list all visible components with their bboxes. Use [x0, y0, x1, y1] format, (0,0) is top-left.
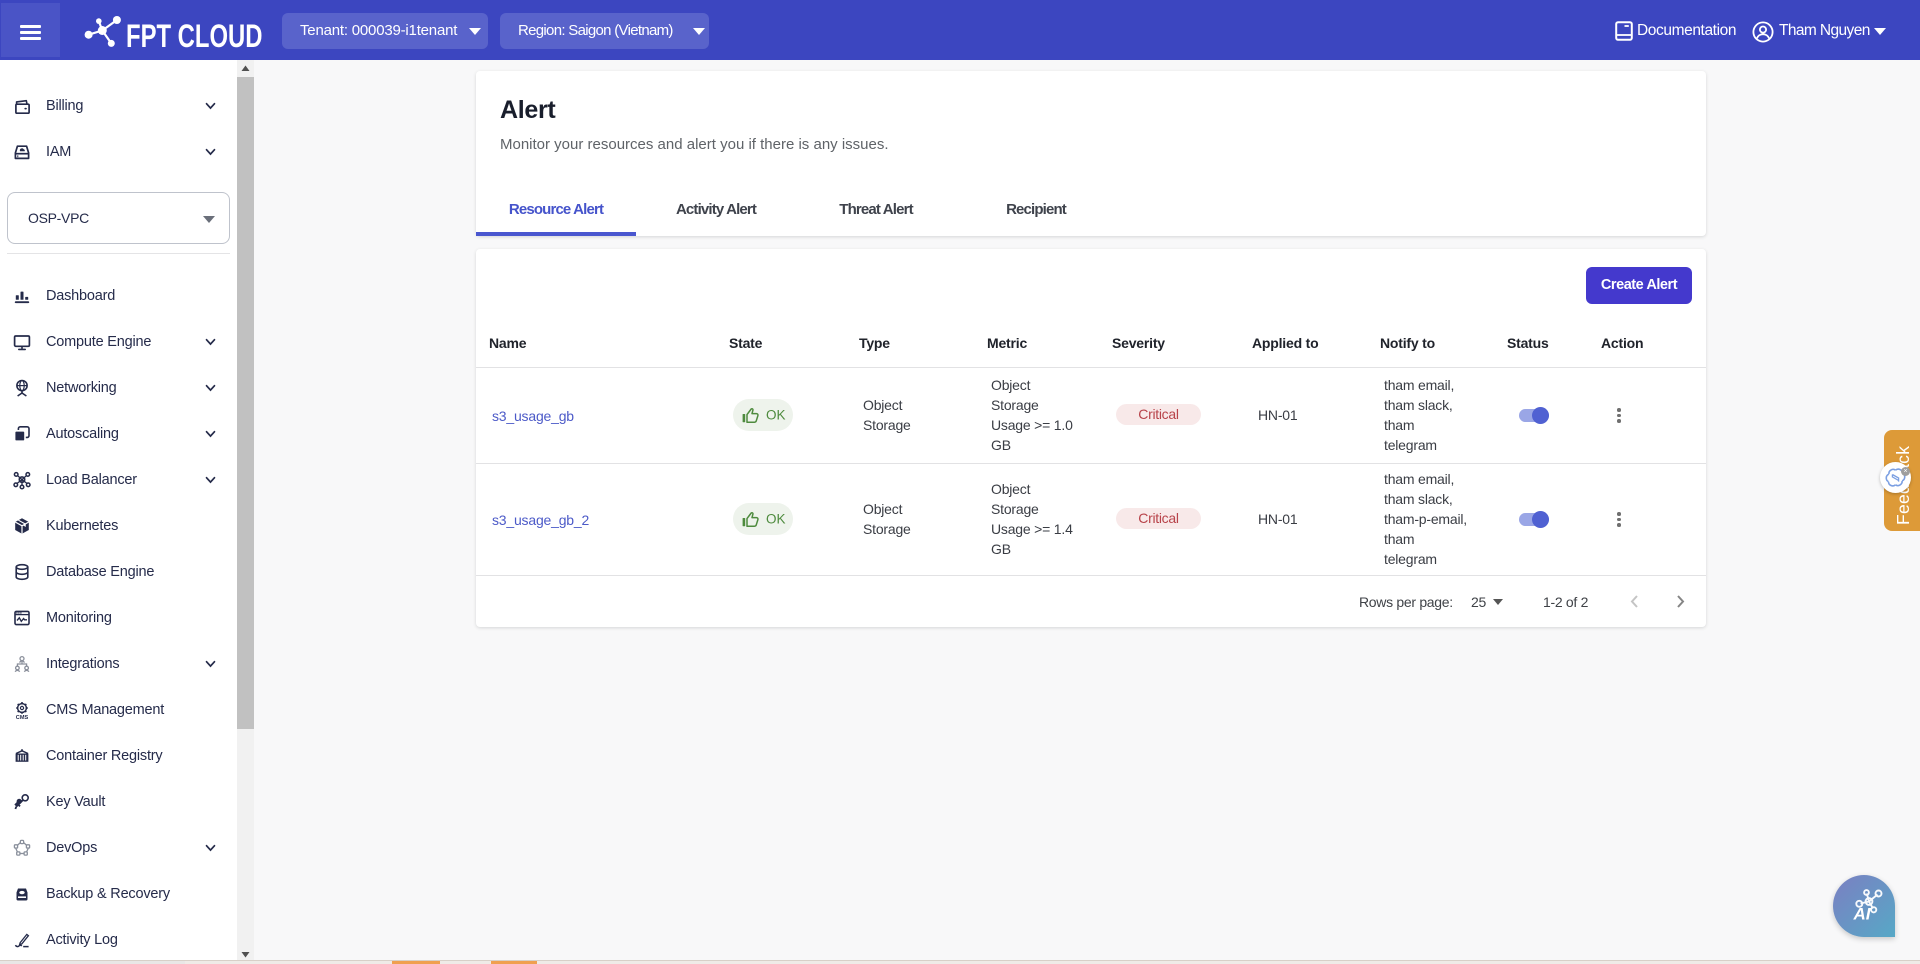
svg-text:CMS: CMS [16, 715, 29, 720]
svg-text:AI: AI [1853, 905, 1872, 924]
